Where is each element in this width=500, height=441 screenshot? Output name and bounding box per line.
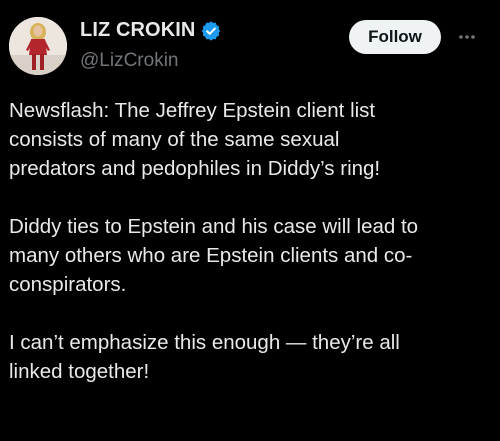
follow-button[interactable]: Follow — [349, 20, 441, 54]
tweet-paragraph: Newsflash: The Jeffrey Epstein client li… — [9, 99, 381, 180]
avatar[interactable] — [9, 17, 67, 75]
tweet-text: Newsflash: The Jeffrey Epstein client li… — [9, 96, 493, 415]
author-name-row: LIZ CROKIN — [80, 19, 222, 42]
author-display-name[interactable]: LIZ CROKIN — [80, 19, 195, 42]
author-handle[interactable]: @LizCrokin — [80, 50, 178, 72]
profile-avatar-icon — [9, 17, 67, 75]
tweet-paragraph: Diddy ties to Epstein and his case will … — [9, 215, 419, 296]
tweet-paragraph: I can’t emphasize this enough — they’re … — [9, 331, 400, 383]
more-horizontal-icon[interactable] — [452, 22, 482, 52]
verified-badge-icon — [202, 20, 221, 41]
tweet-card: LIZ CROKIN @LizCrokin Follow Newsflash: … — [0, 0, 500, 441]
